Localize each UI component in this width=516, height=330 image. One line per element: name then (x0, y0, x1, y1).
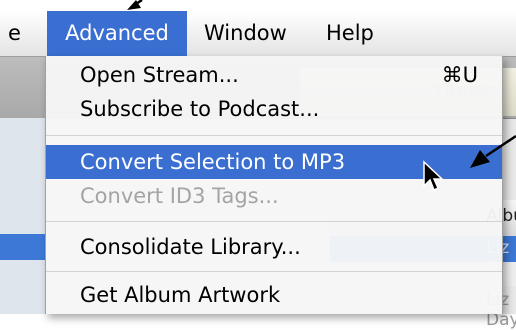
menu-separator (46, 221, 502, 222)
source-list (0, 118, 45, 314)
menu-separator (46, 135, 502, 136)
menu-item-label: Open Stream... (80, 63, 239, 87)
menu-item-subscribe-podcast[interactable]: Subscribe to Podcast... (46, 92, 502, 126)
menu-item-label: Convert ID3 Tags... (80, 184, 279, 208)
menu-window[interactable]: Window (204, 11, 287, 56)
arrow-pointer-icon (127, 0, 143, 10)
menu-item-label: Consolidate Library... (80, 235, 301, 259)
menu-item-shortcut: ⌘U (441, 63, 478, 87)
menu-help[interactable]: Help (326, 11, 374, 56)
menu-edit-partial[interactable]: e (8, 11, 21, 56)
menu-separator (46, 271, 502, 272)
menu-item-open-stream[interactable]: Open Stream... ⌘U (46, 58, 502, 92)
cursor-icon (423, 160, 444, 192)
menu-item-label: Subscribe to Podcast... (80, 97, 320, 121)
menu-item-get-album-artwork[interactable]: Get Album Artwork (46, 278, 502, 312)
menu-item-consolidate-library[interactable]: Consolidate Library... (46, 230, 502, 264)
menu-item-label: Get Album Artwork (80, 283, 281, 307)
menu-item-label: Convert Selection to MP3 (80, 150, 346, 174)
source-list-selected-item[interactable] (0, 234, 45, 260)
menu-advanced[interactable]: Advanced (47, 11, 187, 56)
